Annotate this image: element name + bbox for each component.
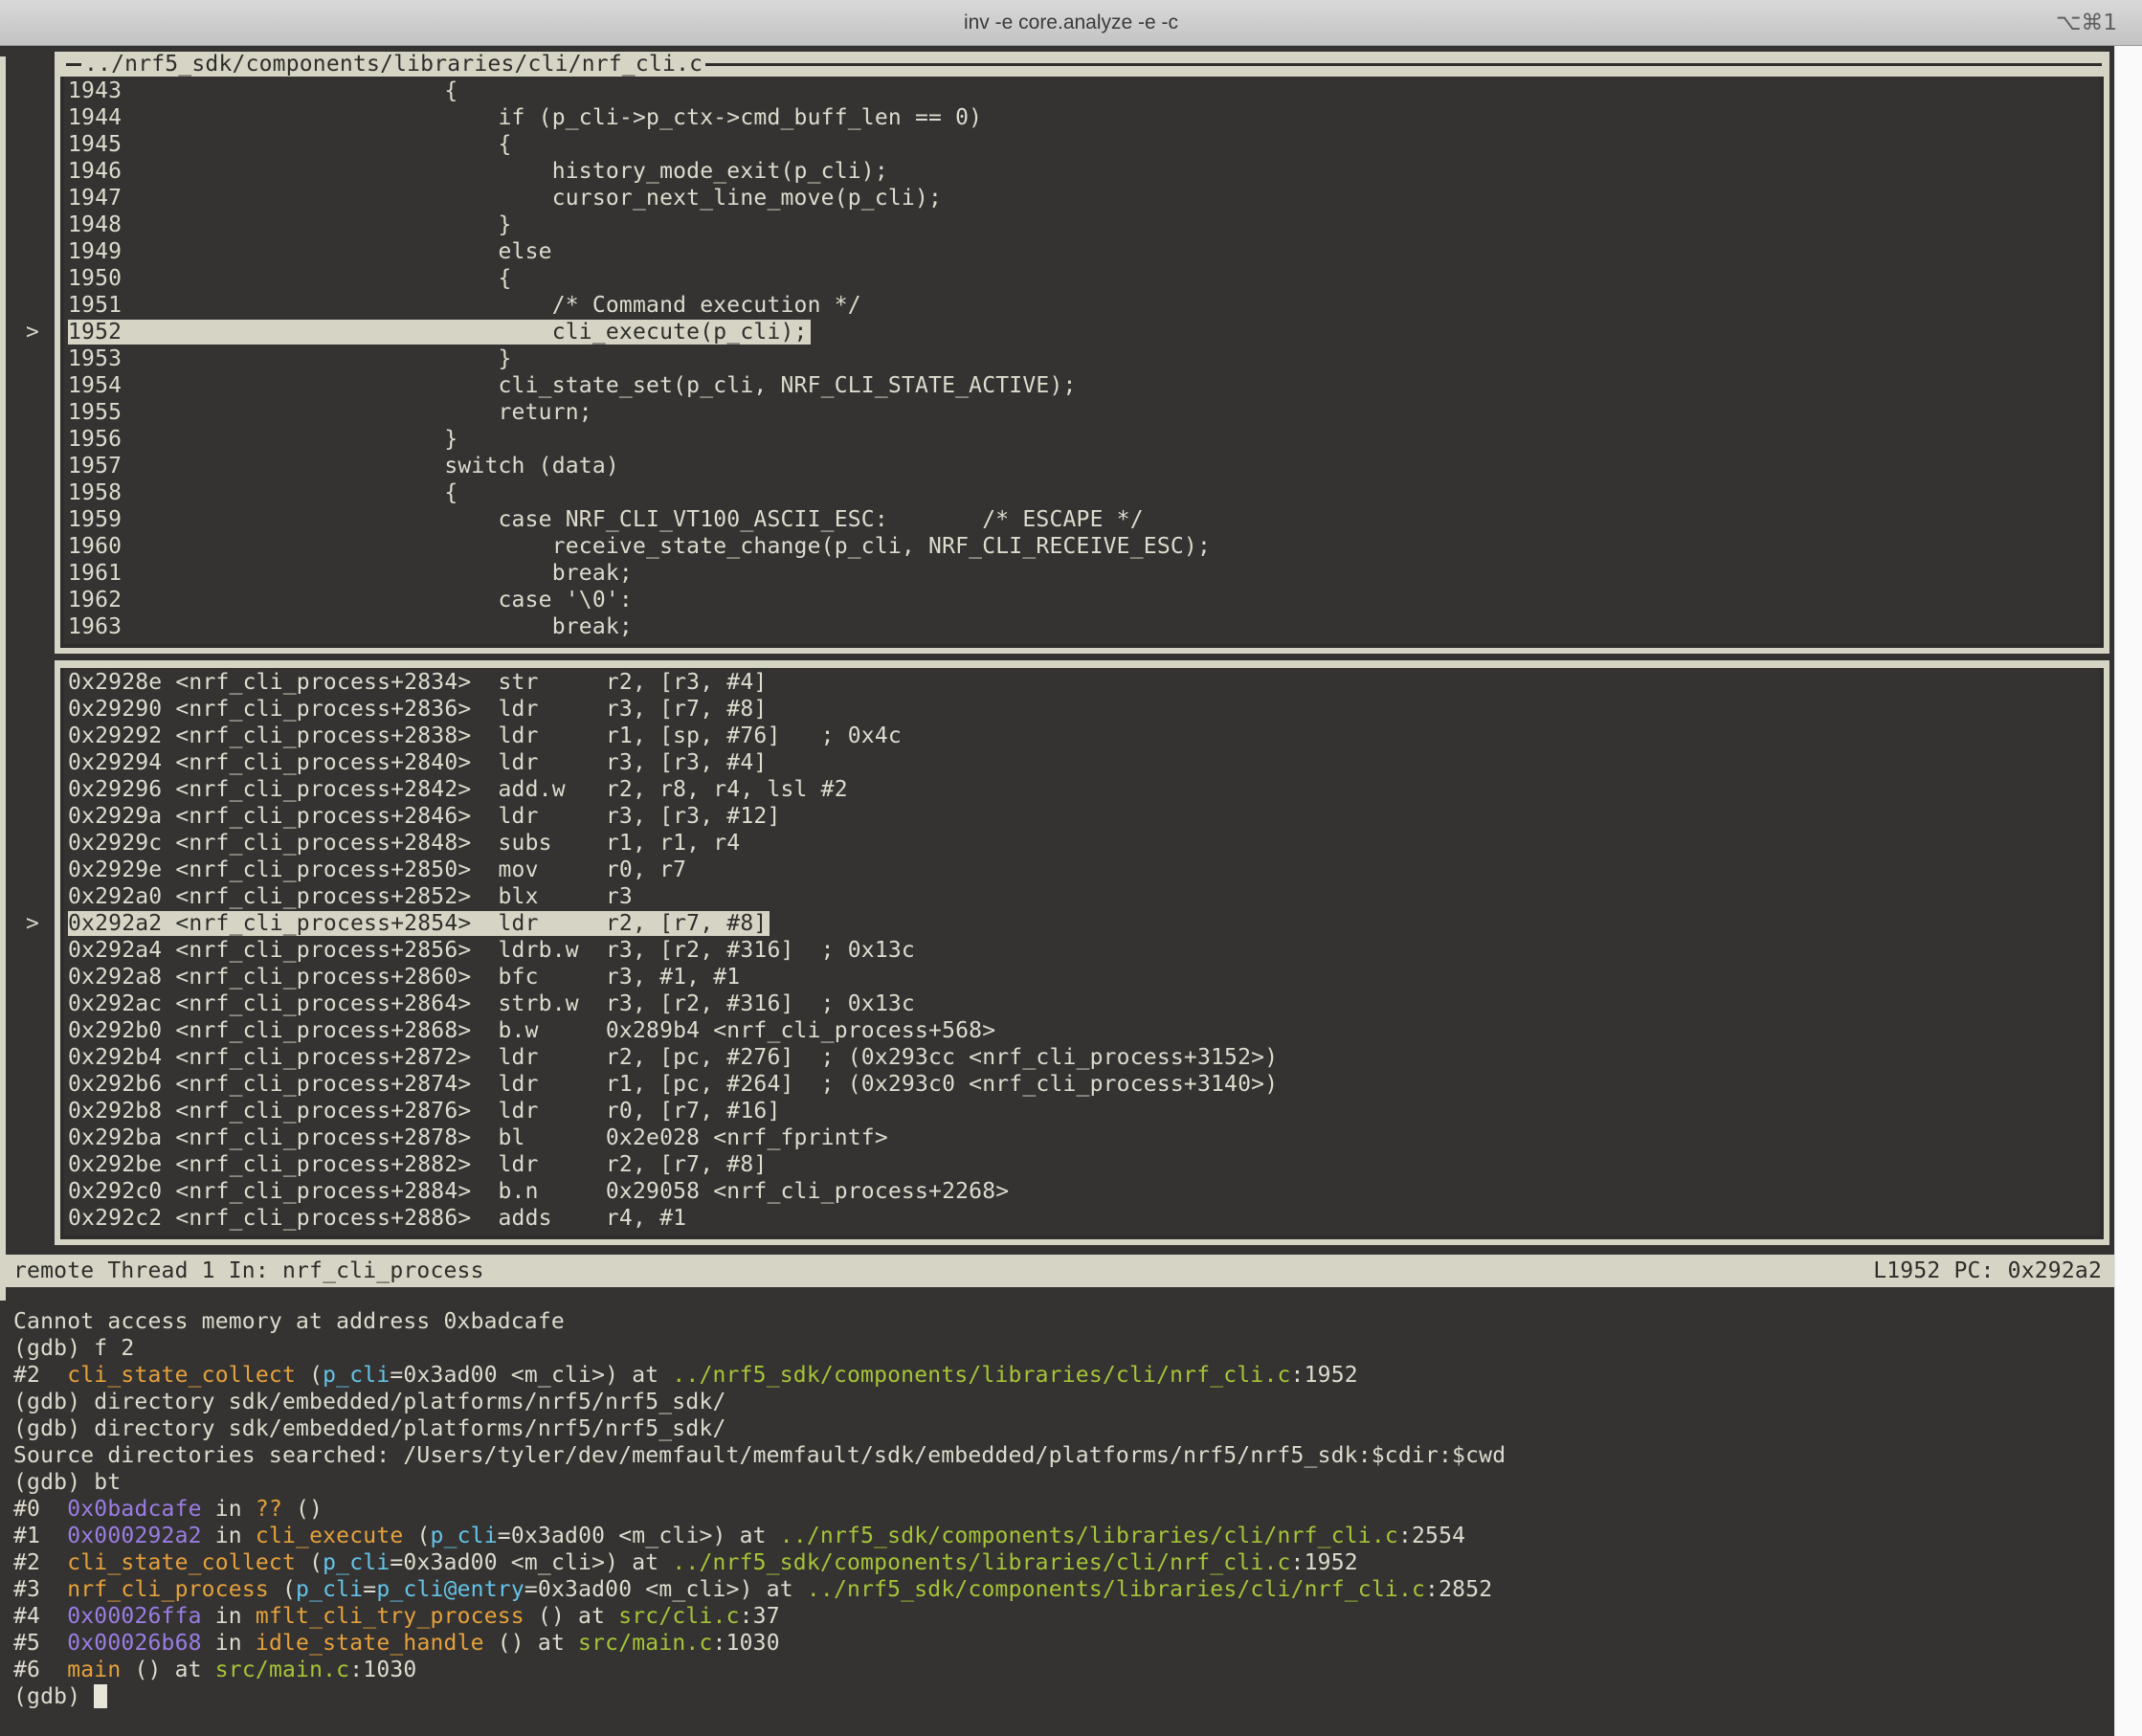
source-line: 1954 cli_state_set(p_cli, NRF_CLI_STATE_… xyxy=(66,372,2100,399)
gdb-status-bar: remote Thread 1 In: nrf_cli_process L195… xyxy=(0,1255,2115,1287)
source-code-listing[interactable]: 1943 {1944 if (p_cli->p_ctx->cmd_buff_le… xyxy=(66,78,2100,640)
source-line: 1958 { xyxy=(66,479,2100,506)
source-window-frame: 1943 {1944 if (p_cli->p_ctx->cmd_buff_le… xyxy=(60,77,2104,648)
asm-line: 0x292c2 <nrf_cli_process+2886> adds r4, … xyxy=(66,1205,2100,1232)
asm-line: 0x292ba <nrf_cli_process+2878> bl 0x2e02… xyxy=(66,1124,2100,1151)
source-line: 1950 { xyxy=(66,265,2100,292)
asm-line-current: >0x292a2 <nrf_cli_process+2854> ldr r2, … xyxy=(66,910,2100,937)
status-line-pc-info: L1952 PC: 0x292a2 xyxy=(1873,1258,2102,1283)
current-line-marker: > xyxy=(26,910,39,937)
asm-line: 0x29294 <nrf_cli_process+2840> ldr r3, [… xyxy=(66,749,2100,776)
titlebar[interactable]: inv -e core.analyze -e -c ⌥⌘1 xyxy=(0,0,2142,46)
console-line: (gdb) directory sdk/embedded/platforms/n… xyxy=(13,1389,2142,1415)
source-window-title-row: ../nrf5_sdk/components/libraries/cli/nrf… xyxy=(60,52,2104,77)
source-line: 1949 else xyxy=(66,238,2100,265)
asm-line: 0x2929e <nrf_cli_process+2850> mov r0, r… xyxy=(66,857,2100,883)
asm-line: 0x292b8 <nrf_cli_process+2876> ldr r0, [… xyxy=(66,1098,2100,1124)
current-line-marker: > xyxy=(26,319,39,345)
disassembly-window-frame: 0x2928e <nrf_cli_process+2834> str r2, [… xyxy=(60,668,2104,1239)
source-line: 1944 if (p_cli->p_ctx->cmd_buff_len == 0… xyxy=(66,104,2100,131)
disassembly-window: 0x2928e <nrf_cli_process+2834> str r2, [… xyxy=(55,660,2109,1245)
gdb-console[interactable]: Cannot access memory at address 0xbadcaf… xyxy=(0,1287,2142,1710)
asm-line: 0x292a4 <nrf_cli_process+2856> ldrb.w r3… xyxy=(66,937,2100,964)
tui-windows-area: ../nrf5_sdk/components/libraries/cli/nrf… xyxy=(55,52,2109,1245)
console-line: #0 0x0badcafe in ?? () xyxy=(13,1496,2142,1523)
asm-line: 0x2928e <nrf_cli_process+2834> str r2, [… xyxy=(66,669,2100,696)
console-line: #3 nrf_cli_process (p_cli=p_cli@entry=0x… xyxy=(13,1576,2142,1603)
console-line: (gdb) f 2 xyxy=(13,1335,2142,1362)
border-line xyxy=(66,63,81,66)
asm-line: 0x292c0 <nrf_cli_process+2884> b.n 0x290… xyxy=(66,1178,2100,1205)
asm-line: 0x29292 <nrf_cli_process+2838> ldr r1, [… xyxy=(66,723,2100,749)
asm-line: 0x292b4 <nrf_cli_process+2872> ldr r2, [… xyxy=(66,1044,2100,1071)
source-line: 1963 break; xyxy=(66,613,2100,640)
source-line-current: >1952 cli_execute(p_cli); xyxy=(66,319,2100,345)
source-line: 1960 receive_state_change(p_cli, NRF_CLI… xyxy=(66,533,2100,560)
source-line: 1946 history_mode_exit(p_cli); xyxy=(66,158,2100,185)
source-line: 1957 switch (data) xyxy=(66,453,2100,479)
console-line: #2 cli_state_collect (p_cli=0x3ad00 <m_c… xyxy=(13,1362,2142,1389)
source-window: ../nrf5_sdk/components/libraries/cli/nrf… xyxy=(55,52,2109,654)
terminal-cursor xyxy=(94,1684,107,1708)
source-line: 1962 case '\0': xyxy=(66,587,2100,613)
console-line: #4 0x00026ffa in mflt_cli_try_process ()… xyxy=(13,1603,2142,1630)
left-border-strip xyxy=(0,56,6,1301)
source-line: 1955 return; xyxy=(66,399,2100,426)
console-line: (gdb) directory sdk/embedded/platforms/n… xyxy=(13,1415,2142,1442)
console-line: Source directories searched: /Users/tyle… xyxy=(13,1442,2142,1469)
asm-line: 0x292a0 <nrf_cli_process+2852> blx r3 xyxy=(66,883,2100,910)
window-title: inv -e core.analyze -e -c xyxy=(964,11,1178,34)
source-line: 1951 /* Command execution */ xyxy=(66,292,2100,319)
asm-line: 0x2929c <nrf_cli_process+2848> subs r1, … xyxy=(66,830,2100,857)
source-line: 1961 break; xyxy=(66,560,2100,587)
source-line: 1943 { xyxy=(66,78,2100,104)
console-line: Cannot access memory at address 0xbadcaf… xyxy=(13,1308,2142,1335)
asm-line: 0x2929a <nrf_cli_process+2846> ldr r3, [… xyxy=(66,803,2100,830)
asm-line: 0x29296 <nrf_cli_process+2842> add.w r2,… xyxy=(66,776,2100,803)
console-line: (gdb) xyxy=(13,1683,2142,1710)
scrollbar[interactable] xyxy=(2114,46,2142,1736)
terminal-body: ../nrf5_sdk/components/libraries/cli/nrf… xyxy=(0,52,2142,1710)
source-line: 1956 } xyxy=(66,426,2100,453)
console-line: (gdb) bt xyxy=(13,1469,2142,1496)
status-thread-info: remote Thread 1 In: nrf_cli_process xyxy=(13,1258,484,1283)
console-line: #2 cli_state_collect (p_cli=0x3ad00 <m_c… xyxy=(13,1549,2142,1576)
source-line: 1945 { xyxy=(66,131,2100,158)
asm-line: 0x29290 <nrf_cli_process+2836> ldr r3, [… xyxy=(66,696,2100,723)
terminal-window: inv -e core.analyze -e -c ⌥⌘1 ../nrf5_sd… xyxy=(0,0,2142,1736)
source-line: 1953 } xyxy=(66,345,2100,372)
border-line xyxy=(705,63,2102,66)
asm-line: 0x292ac <nrf_cli_process+2864> strb.w r3… xyxy=(66,990,2100,1017)
console-line: #6 main () at src/main.c:1030 xyxy=(13,1657,2142,1683)
source-line: 1959 case NRF_CLI_VT100_ASCII_ESC: /* ES… xyxy=(66,506,2100,533)
source-line: 1948 } xyxy=(66,211,2100,238)
asm-line: 0x292be <nrf_cli_process+2882> ldr r2, [… xyxy=(66,1151,2100,1178)
tab-shortcut-badge: ⌥⌘1 xyxy=(2056,0,2117,45)
disassembly-listing[interactable]: 0x2928e <nrf_cli_process+2834> str r2, [… xyxy=(66,669,2100,1232)
source-line: 1947 cursor_next_line_move(p_cli); xyxy=(66,185,2100,211)
asm-line: 0x292b6 <nrf_cli_process+2874> ldr r1, [… xyxy=(66,1071,2100,1098)
asm-line: 0x292a8 <nrf_cli_process+2860> bfc r3, #… xyxy=(66,964,2100,990)
source-file-title: ../nrf5_sdk/components/libraries/cli/nrf… xyxy=(81,52,705,77)
asm-line: 0x292b0 <nrf_cli_process+2868> b.w 0x289… xyxy=(66,1017,2100,1044)
console-line: #1 0x000292a2 in cli_execute (p_cli=0x3a… xyxy=(13,1523,2142,1549)
console-line: #5 0x00026b68 in idle_state_handle () at… xyxy=(13,1630,2142,1657)
